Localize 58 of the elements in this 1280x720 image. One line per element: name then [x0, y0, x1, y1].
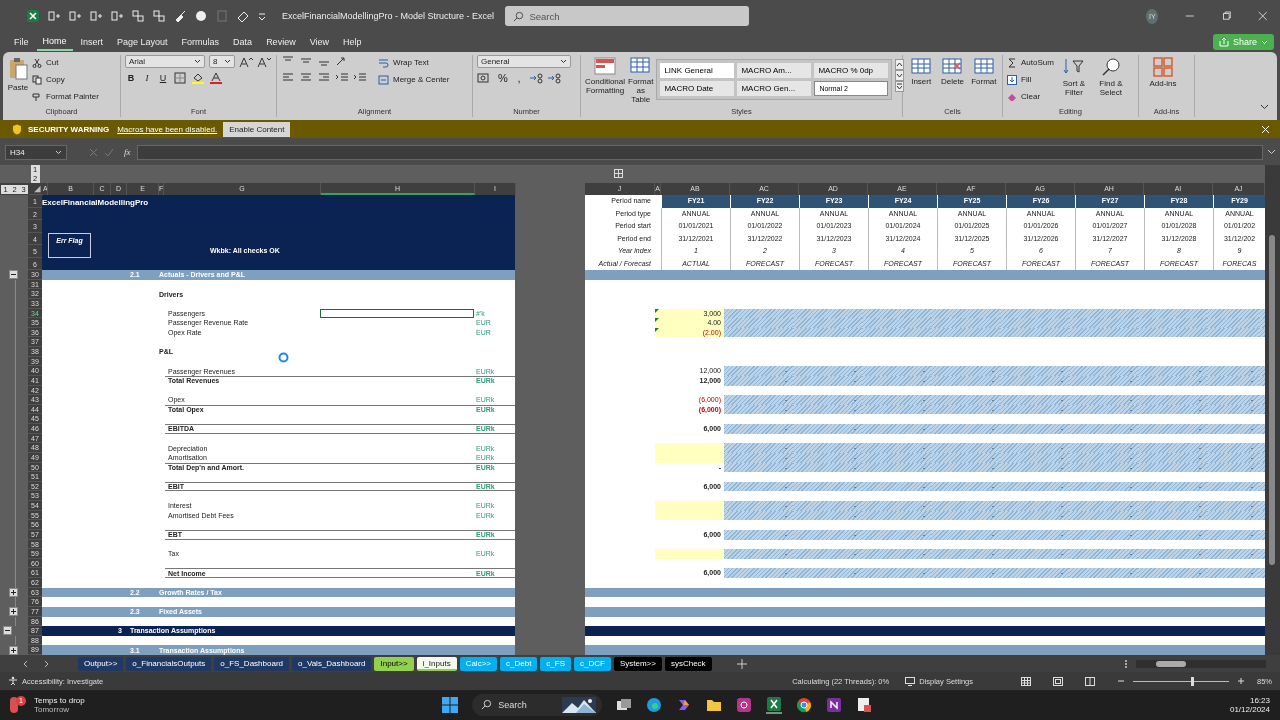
ribbon-tab[interactable]: File [8, 34, 35, 50]
cell-style[interactable]: MACRO Gen... [737, 81, 812, 96]
sheet-tab[interactable]: o_Vals_Dashboard [292, 656, 372, 671]
sheet-tab[interactable]: i_Inputs [416, 656, 457, 671]
cells-button[interactable]: Insert [907, 55, 936, 87]
sheet-tab[interactable]: o_FS_Dashboard [214, 656, 289, 671]
cells-button[interactable]: Format [969, 55, 998, 87]
model-title: ExcelFinancialModellingPro [42, 198, 150, 207]
merge-center-button[interactable]: Merge & Center [378, 72, 450, 87]
copy-button[interactable]: Copy [32, 72, 99, 87]
add-ins-button[interactable]: Add-ins [1143, 55, 1183, 89]
window-title: ExcelFinancialModellingPro - Model Structure - Excel [282, 11, 496, 21]
cell-style[interactable]: MACRO Am... [737, 63, 812, 78]
macro-warning-link[interactable]: Macros have been disabled. [117, 124, 218, 134]
ribbon-tab[interactable]: Review [260, 34, 302, 50]
conditional-formatting-button[interactable]: Conditional Formatting [585, 55, 626, 96]
insert-function-button[interactable]: fx [124, 147, 131, 157]
sheet-tab[interactable]: Input>> [374, 656, 414, 671]
clock-date[interactable]: 01/12/2024 [1229, 705, 1270, 714]
paste-button[interactable]: Paste [7, 55, 29, 93]
find-select-button[interactable]: Find & Select [1093, 55, 1128, 98]
ribbon-tab[interactable]: Help [337, 34, 368, 50]
clock-time[interactable]: 16:23 [1249, 696, 1270, 705]
cell-style[interactable]: MACRO Date [660, 81, 735, 96]
name-box[interactable]: H34 [5, 144, 67, 160]
sheet-tab[interactable]: o_FinancialsOutputs [126, 656, 212, 671]
sheet-tab[interactable]: System>> [613, 656, 662, 671]
sort-filter-button[interactable]: Sort & Filter [1056, 55, 1091, 98]
ribbon-tab[interactable]: Page Layout [111, 34, 174, 50]
wrap-text-button[interactable]: Wrap Text [378, 55, 450, 70]
weather-title[interactable]: Temps to drop [34, 696, 85, 705]
fill-button[interactable]: Fill [1007, 72, 1054, 87]
clear-button[interactable]: Clear [1007, 89, 1054, 104]
number-format-dropdown[interactable]: General [477, 55, 571, 68]
ribbon-tab[interactable]: Formulas [175, 34, 226, 50]
number-style-button[interactable]: % [497, 72, 509, 84]
cut-button[interactable]: Cut [32, 55, 99, 70]
enable-content-button[interactable]: Enable Content [223, 121, 291, 137]
number-style-button[interactable]: , [513, 72, 525, 84]
font-size-dropdown[interactable]: 8 [209, 55, 235, 68]
cells-button[interactable]: Delete [938, 55, 967, 87]
format-painter-button[interactable]: Format Painter [32, 89, 99, 104]
font-style-button[interactable]: B [125, 73, 137, 83]
ribbon-tab[interactable]: Data [227, 34, 259, 50]
search-field[interactable]: Search [505, 6, 750, 26]
cell-style[interactable]: LINK General [660, 63, 735, 78]
cell-style[interactable]: MACRO % 0dp [814, 63, 889, 78]
font-style-button[interactable]: U [157, 73, 169, 83]
format-as-table-button[interactable]: Format as Table [628, 55, 654, 105]
sheet-tab[interactable]: sysCheck [664, 656, 712, 671]
font-family-dropdown[interactable]: Arial [125, 55, 205, 68]
ribbon-tab[interactable]: View [303, 34, 335, 50]
warning-title: SECURITY WARNING [28, 124, 110, 134]
sheet-tab[interactable]: Output>> [78, 656, 124, 671]
weather-subtitle: Tomorrow [34, 705, 71, 714]
autosum-button[interactable]: AutoSum [1007, 55, 1054, 70]
font-style-button[interactable]: I [141, 73, 153, 83]
ribbon-tab[interactable]: Insert [74, 34, 110, 50]
